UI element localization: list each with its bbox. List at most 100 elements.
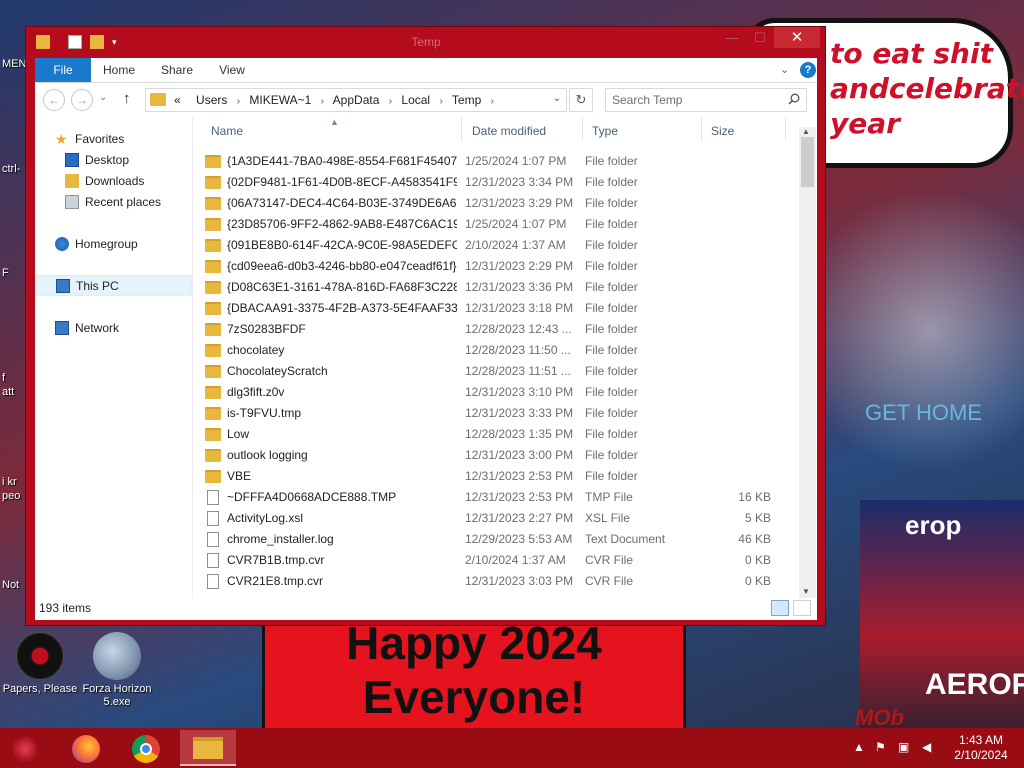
taskbar-clock[interactable]: 1:43 AM 2/10/2024: [946, 733, 1016, 763]
file-date-modified: 12/31/2023 2:53 PM: [465, 490, 574, 504]
column-divider[interactable]: [461, 117, 462, 141]
breadcrumb-users[interactable]: Users: [196, 93, 227, 107]
new-folder-icon[interactable]: [90, 35, 104, 49]
up-arrow-icon[interactable]: ↑: [123, 90, 131, 107]
tab-view[interactable]: View: [207, 58, 257, 82]
breadcrumb-overflow[interactable]: «: [174, 93, 181, 107]
file-row[interactable]: chrome_installer.log 12/29/2023 5:53 AM Te…: [193, 529, 797, 550]
file-row[interactable]: CVR21E8.tmp.cvr 12/31/2023 3:03 PM CVR Fil…: [193, 571, 797, 592]
vertical-scrollbar[interactable]: ▲ ▼: [799, 127, 816, 598]
forward-icon[interactable]: →: [71, 89, 93, 111]
tab-home[interactable]: Home: [93, 58, 145, 82]
file-row[interactable]: Low 12/28/2023 1:35 PM File folder: [193, 424, 797, 445]
nav-downloads[interactable]: Downloads: [35, 171, 192, 191]
help-icon[interactable]: ?: [800, 62, 816, 78]
file-row[interactable]: ~DFFFA4D0668ADCE888.TMP 12/31/2023 2:53 P…: [193, 487, 797, 508]
file-row[interactable]: chocolatey 12/28/2023 11:50 ... File folde…: [193, 340, 797, 361]
customize-toolbar-icon[interactable]: ▾: [112, 35, 126, 49]
column-divider[interactable]: [785, 117, 786, 141]
column-divider[interactable]: [582, 117, 583, 141]
file-row[interactable]: dlg3fift.z0v 12/31/2023 3:10 PM File folde…: [193, 382, 797, 403]
search-box[interactable]: [605, 88, 807, 112]
desktop-icon-papers-please[interactable]: Papers, Please: [1, 632, 79, 696]
taskbar-chrome[interactable]: [119, 730, 175, 766]
column-header-type[interactable]: Type: [592, 117, 618, 145]
search-icon[interactable]: [788, 93, 800, 105]
recent-locations-chevron-icon[interactable]: ⌄: [99, 92, 107, 103]
desktop-label-fragment[interactable]: peo: [2, 490, 20, 502]
breadcrumb-temp[interactable]: Temp: [452, 93, 481, 107]
breadcrumb-separator[interactable]: ›: [491, 96, 494, 107]
address-dropdown-chevron-icon[interactable]: ⌄: [553, 93, 561, 104]
desktop-label-fragment[interactable]: f: [2, 372, 5, 384]
column-header-size[interactable]: Size: [711, 117, 734, 145]
nav-homegroup[interactable]: Homegroup: [35, 234, 192, 254]
back-icon[interactable]: ←: [43, 89, 65, 111]
network-tray-icon[interactable]: ▣: [898, 740, 909, 754]
minimize-button[interactable]: —: [718, 27, 746, 48]
details-view-icon[interactable]: [771, 600, 789, 616]
scroll-up-arrow-icon[interactable]: ▲: [802, 127, 810, 136]
breadcrumb-separator[interactable]: ›: [237, 96, 240, 107]
file-row[interactable]: {02DF9481-1F61-4D0B-8ECF-A4583541F9... 12…: [193, 172, 797, 193]
wallpaper-watermark: MOb: [855, 705, 904, 728]
close-button[interactable]: ✕: [774, 27, 820, 48]
refresh-icon[interactable]: ↻: [569, 88, 593, 112]
nav-label: This PC: [76, 279, 119, 293]
volume-muted-icon[interactable]: ◀: [922, 740, 931, 754]
title-bar[interactable]: ▾ Temp — ☐ ✕: [26, 27, 825, 57]
file-row[interactable]: outlook logging 12/31/2023 3:00 PM File fo…: [193, 445, 797, 466]
nav-network[interactable]: Network: [35, 318, 192, 338]
desktop-label-fragment[interactable]: Not: [2, 579, 19, 591]
desktop-label-fragment[interactable]: ctrl-: [2, 163, 20, 175]
file-row[interactable]: {cd09eea6-d0b3-4246-bb80-e047ceadf61f} 12…: [193, 256, 797, 277]
happy-new-year-text: Happy 2024 Everyone!: [262, 616, 686, 724]
taskbar-firefox[interactable]: [58, 730, 114, 766]
file-row[interactable]: VBE 12/31/2023 2:53 PM File folder: [193, 466, 797, 487]
desktop-label-fragment[interactable]: MEN: [2, 58, 26, 70]
file-row[interactable]: {23D85706-9FF2-4862-9AB8-E487C6AC19... 1/…: [193, 214, 797, 235]
breadcrumb-separator[interactable]: ›: [439, 96, 442, 107]
properties-icon[interactable]: [68, 35, 82, 49]
file-row[interactable]: {1A3DE441-7BA0-498E-8554-F681F454071... 1…: [193, 151, 797, 172]
scroll-down-arrow-icon[interactable]: ▼: [802, 587, 810, 596]
maximize-button[interactable]: ☐: [746, 27, 774, 48]
file-row[interactable]: 7zS0283BFDF 12/28/2023 12:43 ... File fold…: [193, 319, 797, 340]
column-header-date-modified[interactable]: Date modified: [472, 117, 546, 145]
desktop-label-fragment[interactable]: att: [2, 386, 14, 398]
address-bar[interactable]: « Users › MIKEWA~1 › AppData › Local › T…: [145, 88, 567, 112]
action-center-flag-icon[interactable]: ⚑: [875, 740, 886, 754]
column-header-name[interactable]: Name: [211, 117, 243, 145]
search-input[interactable]: [612, 92, 782, 108]
breadcrumb-appdata[interactable]: AppData: [333, 93, 380, 107]
breadcrumb-local[interactable]: Local: [401, 93, 430, 107]
scrollbar-thumb[interactable]: [801, 137, 814, 187]
taskbar-file-explorer[interactable]: [180, 730, 236, 766]
nav-favorites[interactable]: ★ Favorites: [35, 129, 192, 149]
nav-desktop[interactable]: Desktop: [35, 150, 192, 170]
desktop-label-fragment[interactable]: i kr: [2, 476, 17, 488]
file-row[interactable]: {091BE8B0-614F-42CA-9C0E-98A5EDEFC... 2/1…: [193, 235, 797, 256]
nav-recent-places[interactable]: Recent places: [35, 192, 192, 212]
column-divider[interactable]: [701, 117, 702, 141]
file-row[interactable]: {DBACAA91-3375-4F2B-A373-5E4FAAF33... 12/…: [193, 298, 797, 319]
file-row[interactable]: ChocolateyScratch 12/28/2023 11:51 ... Fil…: [193, 361, 797, 382]
tab-share[interactable]: Share: [151, 58, 203, 82]
file-row[interactable]: CVR7B1B.tmp.cvr 2/10/2024 1:37 AM CVR File…: [193, 550, 797, 571]
file-row[interactable]: ActivityLog.xsl 12/31/2023 2:27 PM XSL Fil…: [193, 508, 797, 529]
nav-this-pc[interactable]: This PC: [35, 275, 192, 296]
breadcrumb-separator[interactable]: ›: [389, 96, 392, 107]
desktop-label-fragment[interactable]: F: [2, 267, 9, 279]
breadcrumb-mikewa[interactable]: MIKEWA~1: [249, 93, 311, 107]
expand-ribbon-chevron-icon[interactable]: ⌄: [780, 63, 789, 76]
file-row[interactable]: {06A73147-DEC4-4C64-B03E-3749DE6A6F... 12…: [193, 193, 797, 214]
large-icons-view-icon[interactable]: [793, 600, 811, 616]
breadcrumb-separator[interactable]: ›: [321, 96, 324, 107]
file-row[interactable]: {D08C63E1-3161-478A-816D-FA68F3C228... 12…: [193, 277, 797, 298]
desktop-icon-forza-horizon[interactable]: Forza Horizon 5.exe: [78, 632, 156, 709]
tab-file[interactable]: File: [35, 58, 91, 82]
file-row[interactable]: is-T9FVU.tmp 12/31/2023 3:33 PM File folde…: [193, 403, 797, 424]
start-button[interactable]: [0, 730, 50, 766]
file-type: File folder: [585, 448, 638, 462]
show-hidden-icons-icon[interactable]: ▲: [853, 740, 865, 754]
